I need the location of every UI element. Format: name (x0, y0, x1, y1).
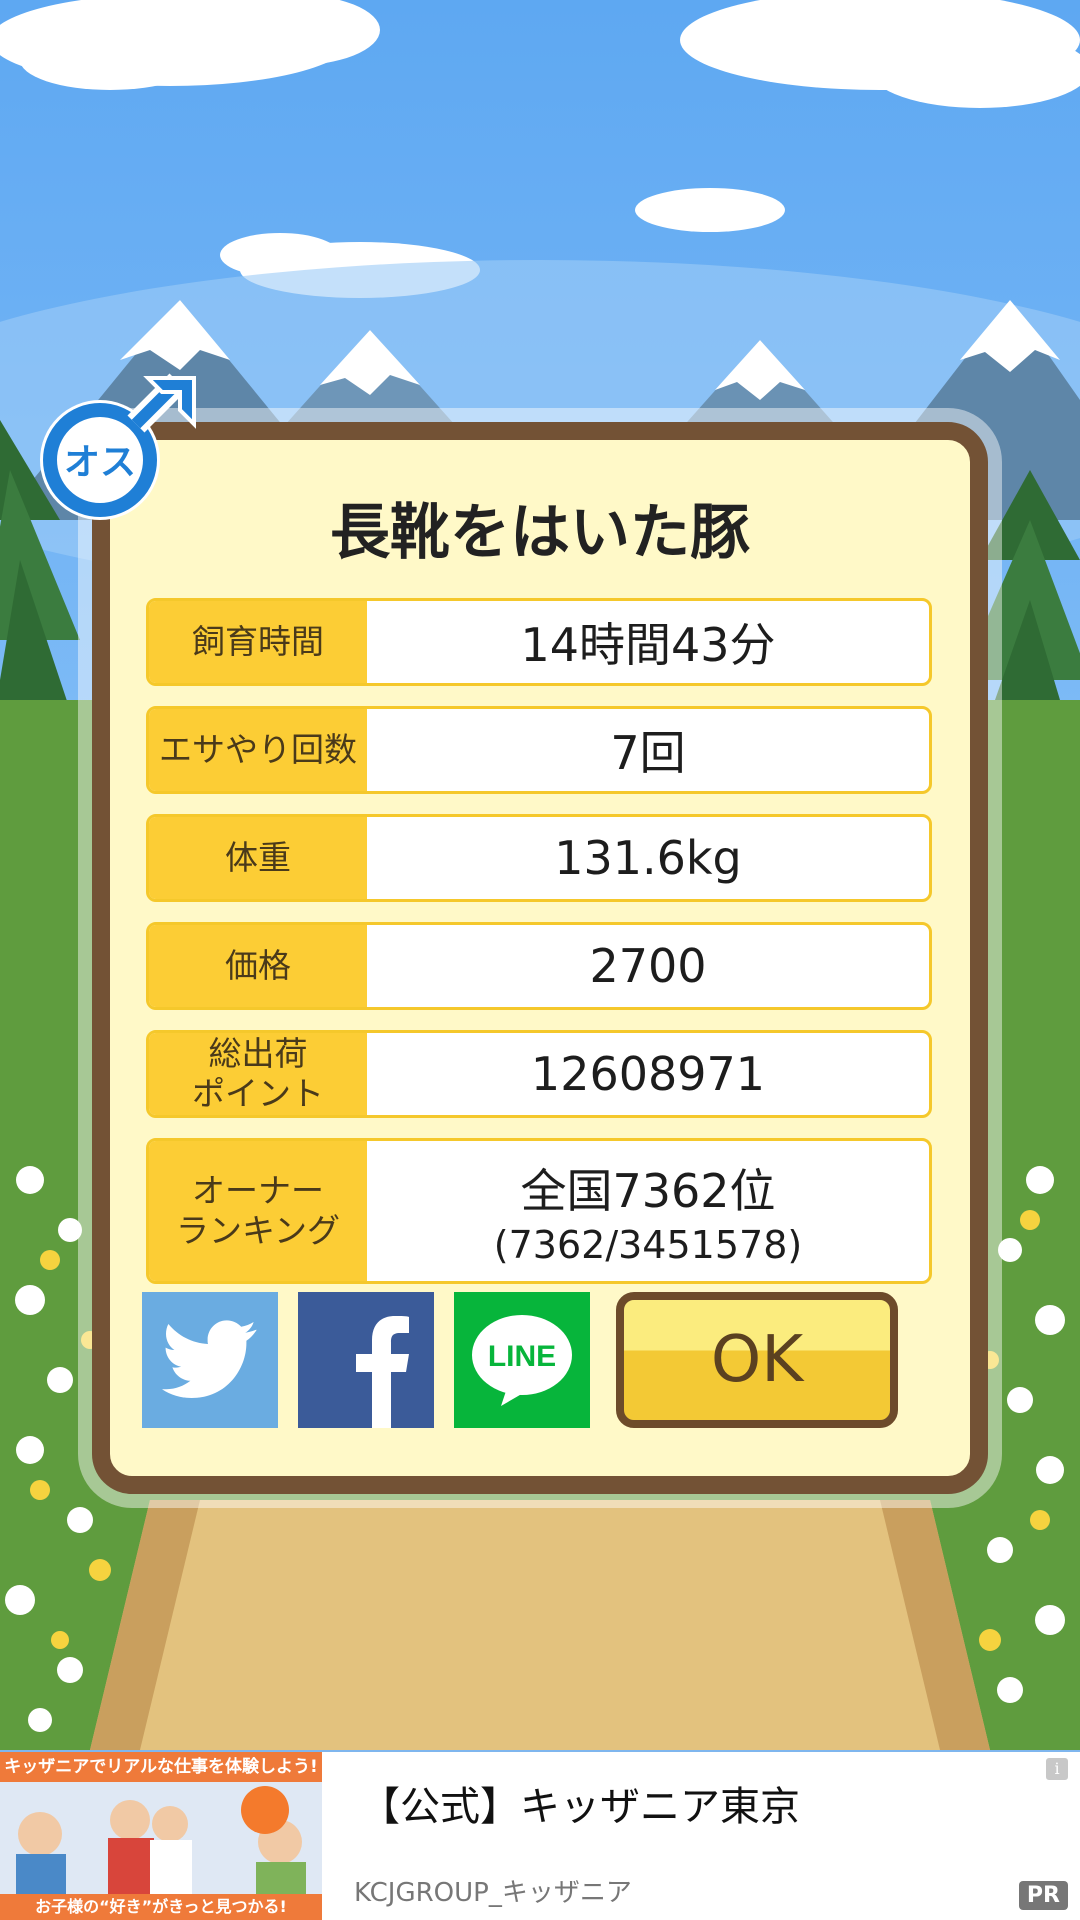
facebook-share-button[interactable] (298, 1292, 434, 1428)
stat-label: 飼育時間 (149, 601, 367, 683)
stat-row-shipping-points: 総出荷 ポイント 12608971 (146, 1030, 932, 1118)
gender-label: オス (64, 442, 136, 483)
line-label: LINE (488, 1340, 556, 1373)
ok-button[interactable]: OK (616, 1292, 898, 1428)
stat-label: オーナー ランキング (149, 1141, 367, 1281)
ad-banner[interactable]: キッザニアでリアルな仕事を体験しよう! お子様の“好き”がきっと見つかる! 【公… (0, 1752, 1080, 1920)
ranking-main: 全国7362位 (520, 1164, 776, 1218)
stat-label: 総出荷 ポイント (149, 1033, 367, 1115)
ad-pr-badge: PR (1018, 1881, 1068, 1910)
line-share-button[interactable]: LINE (454, 1292, 590, 1428)
ranking-detail: (7362/3451578) (493, 1223, 803, 1267)
ad-title[interactable]: 【公式】キッザニア東京 (360, 1774, 800, 1832)
stat-row-breeding-time: 飼育時間 14時間43分 (146, 598, 932, 686)
ad-info-icon[interactable]: i (1046, 1758, 1068, 1780)
stat-value: 12608971 (530, 1047, 766, 1101)
stat-value: 131.6kg (554, 831, 742, 885)
stat-row-owner-ranking: オーナー ランキング 全国7362位 (7362/3451578) (146, 1138, 932, 1284)
stat-value: 14時間43分 (520, 618, 776, 672)
stat-row-price: 価格 2700 (146, 922, 932, 1010)
pig-name: 長靴をはいた豚 (330, 498, 750, 568)
ad-image[interactable]: キッザニアでリアルな仕事を体験しよう! お子様の“好き”がきっと見つかる! (0, 1752, 322, 1920)
line-icon: LINE (472, 1315, 572, 1406)
result-dialog: 長靴をはいた豚 飼育時間 14時間43分 エサやり回数 7回 体重 131.6k… (92, 422, 988, 1494)
stat-label: 体重 (149, 817, 367, 899)
twitter-bird-icon (162, 1320, 257, 1398)
stat-value: 7回 (610, 726, 686, 780)
stat-value: 2700 (589, 939, 707, 993)
twitter-share-button[interactable] (142, 1292, 278, 1428)
ad-advertiser: KCJGROUP_キッザニア (354, 1878, 632, 1908)
stat-row-weight: 体重 131.6kg (146, 814, 932, 902)
ad-image-caption-top: キッザニアでリアルな仕事を体験しよう! (0, 1752, 322, 1782)
stat-label: 価格 (149, 925, 367, 1007)
facebook-f-icon (356, 1316, 409, 1428)
stat-row-feed-count: エサやり回数 7回 (146, 706, 932, 794)
ad-photo (0, 1782, 322, 1894)
stat-label: エサやり回数 (149, 709, 367, 791)
stat-value: 全国7362位 (7362/3451578) (367, 1141, 929, 1281)
male-gender-badge: オス (40, 373, 196, 520)
ad-image-caption-bottom: お子様の“好き”がきっと見つかる! (0, 1894, 322, 1920)
